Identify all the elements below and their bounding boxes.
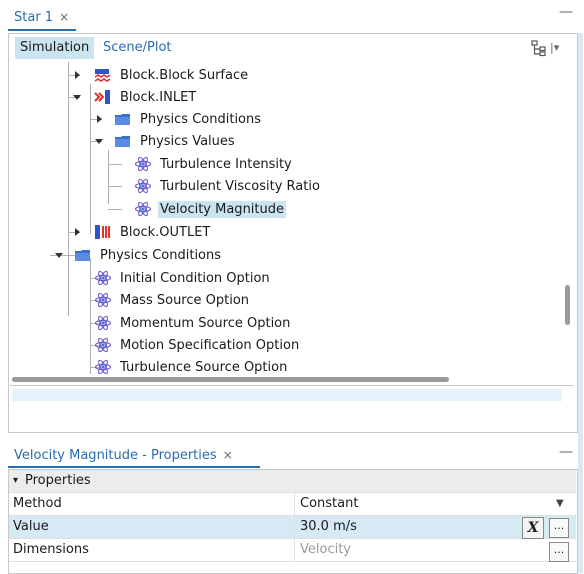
tree-item-mass-source-option[interactable]: Mass Source Option <box>94 289 251 311</box>
active-tab-indicator <box>8 466 260 468</box>
tree-item-label: Turbulence Intensity <box>160 156 292 172</box>
tree-item-initial-condition-option[interactable]: Initial Condition Option <box>94 267 272 289</box>
property-key: Method <box>13 496 62 511</box>
active-tab-indicator <box>8 29 76 31</box>
tree-item-label: Physics Values <box>140 133 235 149</box>
ellipsis-button[interactable]: ... <box>549 518 569 538</box>
physics-value-icon <box>134 178 152 194</box>
physics-value-icon <box>134 201 152 217</box>
tab-scene-plot[interactable]: Scene/Plot <box>103 37 172 59</box>
ellipsis-button[interactable]: ... <box>549 542 569 562</box>
tree-item-label: Velocity Magnitude <box>158 200 287 218</box>
folder-icon <box>75 250 90 261</box>
column-divider <box>294 516 295 538</box>
tree-item-physics-conditions-2[interactable]: Physics Conditions <box>74 244 223 266</box>
tree-item-label: Mass Source Option <box>120 292 250 308</box>
tree-item-label: Turbulent Viscosity Ratio <box>160 178 320 194</box>
block-inlet-icon <box>94 90 110 104</box>
tree-item-physics-values[interactable]: Physics Values <box>114 130 237 152</box>
close-icon[interactable]: × <box>223 448 233 462</box>
expanded-arrow-icon[interactable] <box>94 136 104 146</box>
view-menu-icon[interactable]: |▾ <box>550 39 568 57</box>
block-surface-icon <box>94 69 111 82</box>
tree-item-momentum-source-option[interactable]: Momentum Source Option <box>94 312 292 334</box>
tab-simulation[interactable]: Simulation <box>15 37 95 59</box>
tree-item-label: Physics Conditions <box>100 247 222 263</box>
properties-section-header[interactable]: ▾ Properties <box>9 470 576 493</box>
expanded-arrow-icon[interactable] <box>54 250 64 260</box>
property-key: Value <box>13 519 49 534</box>
collapsed-arrow-icon[interactable] <box>94 114 104 124</box>
physics-value-icon <box>94 315 112 331</box>
block-outlet-icon <box>95 225 110 239</box>
tree-item-motion-specification-option[interactable]: Motion Specification Option <box>94 334 301 356</box>
folder-icon <box>115 136 130 147</box>
tree-item-label: Motion Specification Option <box>120 337 300 353</box>
chevron-down-icon[interactable]: ▼ <box>556 498 566 509</box>
minimize-icon[interactable]: — <box>558 4 574 20</box>
tab-velocity-magnitude-properties[interactable]: Velocity Magnitude - Properties × <box>14 444 233 466</box>
property-value[interactable]: 30.0 m/s <box>300 519 357 534</box>
column-divider <box>294 539 295 561</box>
tree-item-label: Block.Block Surface <box>120 67 249 83</box>
tree-item-label: Block.OUTLET <box>120 224 211 240</box>
physics-value-icon <box>94 337 112 353</box>
folder-icon <box>115 114 130 125</box>
tree-item-velocity-magnitude[interactable]: Velocity Magnitude <box>134 198 287 220</box>
physics-value-icon <box>134 156 152 172</box>
function-button[interactable]: X <box>522 517 544 539</box>
simulation-tree: Block.Block Surface Block.INLET Physics … <box>10 62 562 374</box>
physics-value-icon <box>94 270 112 286</box>
vertical-scrollbar[interactable] <box>562 62 574 374</box>
property-value[interactable]: Constant <box>300 496 358 511</box>
hierarchy-view-icon[interactable] <box>530 39 548 57</box>
tree-item-label: Turbulence Source Option <box>120 359 288 375</box>
tree-item-label: Block.INLET <box>120 89 197 105</box>
tree-item-label: Initial Condition Option <box>120 270 270 286</box>
tree-item-block-surface[interactable]: Block.Block Surface <box>94 64 250 86</box>
property-row-method[interactable]: Method Constant <box>9 493 576 516</box>
tree-item-turbulence-intensity[interactable]: Turbulence Intensity <box>134 153 294 175</box>
tree-item-turbulent-viscosity-ratio[interactable]: Turbulent Viscosity Ratio <box>134 175 322 197</box>
column-divider <box>294 493 295 515</box>
collapsed-arrow-icon[interactable] <box>72 227 82 237</box>
tab-star-1[interactable]: Star 1 × <box>14 6 69 28</box>
tree-item-physics-conditions[interactable]: Physics Conditions <box>114 108 263 130</box>
section-label: Properties <box>25 473 91 488</box>
physics-value-icon <box>94 359 112 374</box>
vertical-scrollbar-thumb[interactable] <box>565 285 570 325</box>
tab-title: Star 1 <box>14 9 54 25</box>
tree-item-block-inlet[interactable]: Block.INLET <box>94 86 198 108</box>
tree-item-label: Physics Conditions <box>140 111 262 127</box>
horizontal-scrollbar-thumb[interactable] <box>12 377 449 382</box>
close-icon[interactable]: × <box>59 10 69 24</box>
property-value: Velocity <box>300 542 351 557</box>
tab-title: Velocity Magnitude - Properties <box>14 447 217 463</box>
tree-item-label: Momentum Source Option <box>120 315 291 331</box>
description-highlight <box>12 389 562 401</box>
collapsed-arrow-icon[interactable] <box>72 70 82 80</box>
property-row-dimensions[interactable]: Dimensions Velocity <box>9 539 576 562</box>
section-collapse-icon[interactable]: ▾ <box>13 475 18 486</box>
panel-edge <box>578 33 583 573</box>
minimize-icon[interactable]: — <box>558 444 574 460</box>
tree-item-block-outlet[interactable]: Block.OUTLET <box>94 221 212 243</box>
tree-item-turbulence-source-option[interactable]: Turbulence Source Option <box>94 356 289 374</box>
property-key: Dimensions <box>13 542 89 557</box>
physics-value-icon <box>94 292 112 308</box>
expanded-arrow-icon[interactable] <box>72 92 82 102</box>
property-row-value[interactable]: Value 30.0 m/s <box>9 516 576 539</box>
